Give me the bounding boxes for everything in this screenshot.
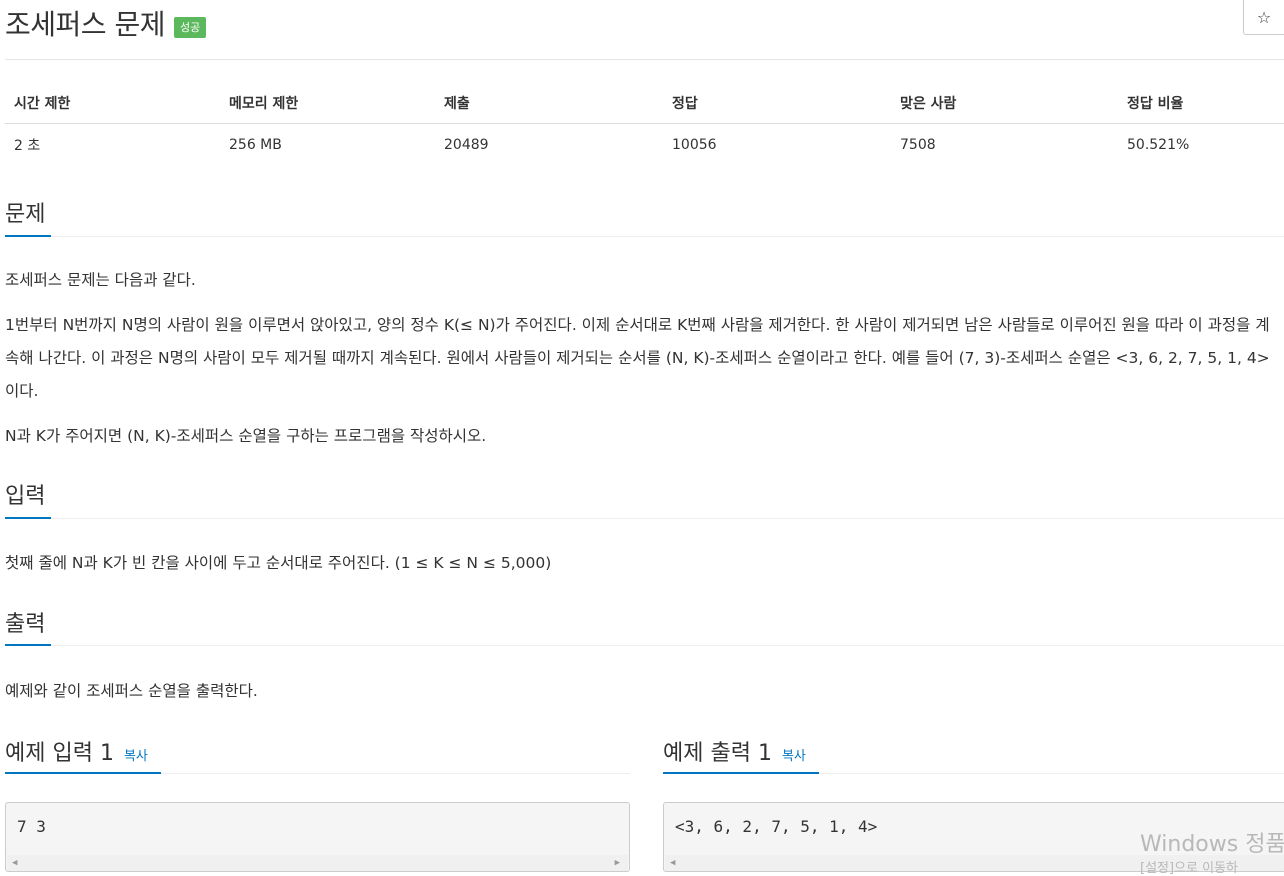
input-heading: 입력: [5, 484, 46, 509]
scroll-left-icon[interactable]: ◀: [670, 858, 675, 868]
scroll-left-icon[interactable]: ◀: [12, 858, 17, 868]
input-description: 첫째 줄에 N과 K가 빈 칸을 사이에 두고 순서대로 주어진다. (1 ≤ …: [5, 554, 552, 572]
sample-output-heading: 예제 출력 1 복사: [663, 735, 806, 767]
output-description: 예제와 같이 조세퍼스 순열을 출력한다.: [5, 682, 258, 700]
sample-output-title: 예제 출력 1: [663, 741, 772, 766]
problem-text-2: 1번부터 N번까지 N명의 사람이 원을 이루면서 앉아있고, 양의 정수 K(…: [5, 316, 1270, 400]
section-underline: [663, 772, 819, 774]
section-underline: [5, 517, 51, 519]
accepted-value: 10056: [672, 137, 717, 153]
divider: [5, 59, 1284, 60]
divider: [5, 518, 1284, 519]
section-underline: [5, 644, 51, 646]
solvers-value: 7508: [900, 137, 936, 153]
col-submissions: 제출: [435, 82, 663, 124]
sample-input-title: 예제 입력 1: [5, 741, 114, 766]
copy-input-link[interactable]: 복사: [124, 745, 148, 764]
col-ratio: 정답 비율: [1118, 82, 1284, 124]
ratio-value: 50.521%: [1127, 137, 1190, 153]
page-title: 조세퍼스 문제: [5, 8, 165, 41]
problem-text-1: 조세퍼스 문제는 다음과 같다.: [5, 271, 196, 289]
problem-heading: 문제: [5, 202, 46, 227]
sample-input-heading: 예제 입력 1 복사: [5, 735, 148, 767]
section-underline: [5, 235, 51, 237]
star-button[interactable]: ☆: [1243, 0, 1284, 35]
time-limit-value: 2 초: [14, 138, 41, 154]
table-header-row: 시간 제한 메모리 제한 제출 정답 맞은 사람 정답 비율: [5, 82, 1284, 124]
sample-output-text: <3, 6, 2, 7, 5, 1, 4>: [675, 817, 878, 836]
col-time-limit: 시간 제한: [5, 82, 220, 124]
horizontal-scrollbar[interactable]: ◀ ▶: [7, 855, 628, 871]
scroll-right-icon[interactable]: ▶: [615, 858, 620, 868]
sample-input-box[interactable]: 7 3 ◀ ▶: [5, 802, 630, 872]
star-icon: ☆: [1256, 7, 1272, 27]
col-accepted: 정답: [663, 82, 891, 124]
col-memory-limit: 메모리 제한: [220, 82, 435, 124]
problem-text-3: N과 K가 주어지면 (N, K)-조세퍼스 순열을 구하는 프로그램을 작성하…: [5, 427, 487, 445]
memory-limit-value: 256 MB: [229, 137, 282, 153]
activation-watermark: Windows 정품: [1140, 832, 1284, 857]
col-solvers: 맞은 사람: [891, 82, 1118, 124]
divider: [5, 645, 1284, 646]
copy-output-link[interactable]: 복사: [782, 745, 806, 764]
table-row: 2 초 256 MB 20489 10056 7508 50.521%: [5, 124, 1284, 167]
divider: [5, 236, 1284, 237]
problem-info-table: 시간 제한 메모리 제한 제출 정답 맞은 사람 정답 비율 2 초 256 M…: [5, 82, 1284, 166]
activation-watermark-sub: [설정]으로 이동하: [1140, 861, 1238, 876]
section-underline: [5, 772, 161, 774]
output-heading: 출력: [5, 612, 46, 637]
problem-title-row: 조세퍼스 문제 성공: [5, 0, 207, 46]
sample-input-text: 7 3: [17, 817, 46, 836]
submissions-value: 20489: [444, 137, 489, 153]
status-badge: 성공: [173, 16, 207, 38]
